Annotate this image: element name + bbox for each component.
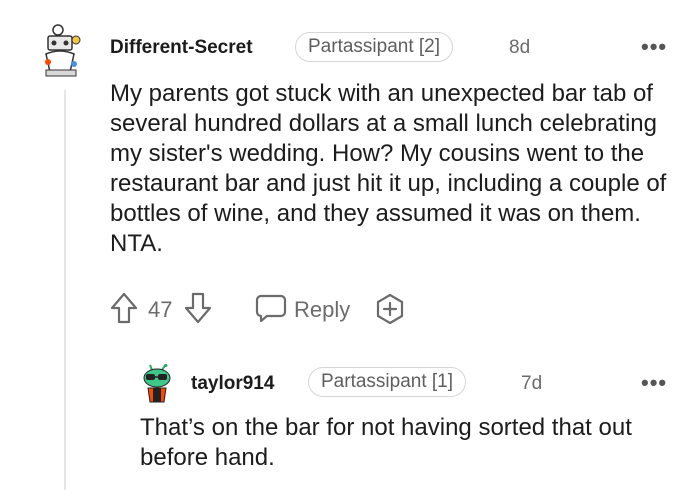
comment-body: That’s on the bar for not having sorted … [140,414,632,471]
comment-2: taylor914 Partassipant [1] 7d ••• That’s… [0,0,700,499]
more-options-button[interactable]: ••• [641,370,667,396]
username[interactable]: taylor914 [191,373,274,395]
timestamp[interactable]: 7d [521,373,542,395]
user-flair: Partassipant [1] [308,367,467,397]
avatar[interactable] [140,364,180,404]
